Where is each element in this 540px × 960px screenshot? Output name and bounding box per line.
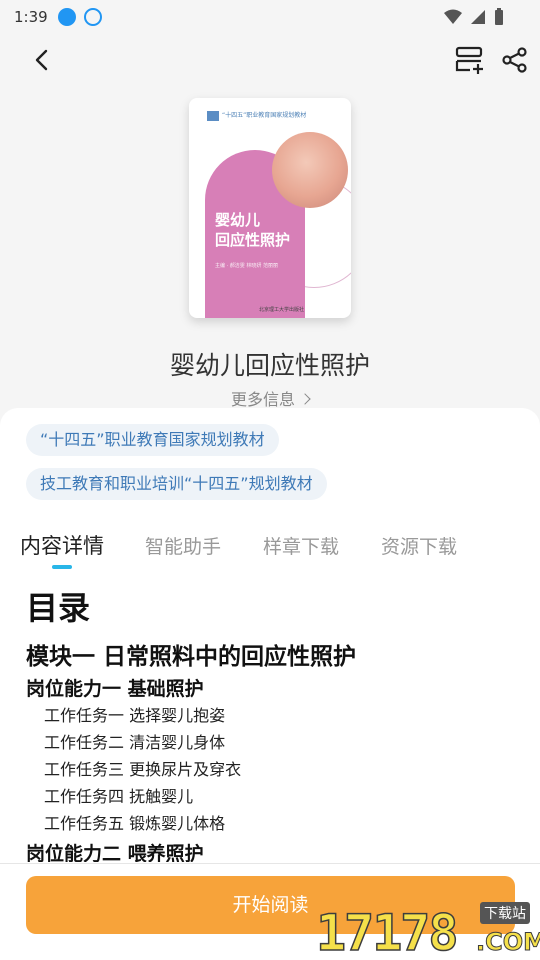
back-button[interactable] bbox=[26, 44, 58, 76]
wifi-icon bbox=[444, 9, 462, 24]
add-to-shelf-icon bbox=[455, 46, 483, 74]
share-icon bbox=[502, 47, 527, 73]
status-time: 1:39 bbox=[14, 8, 48, 26]
add-to-shelf-button[interactable] bbox=[452, 42, 488, 78]
cover-authors: 主编 · 郝洁雯 林晓妍 范丽丽 bbox=[215, 263, 278, 269]
content-card: “十四五”职业教育国家规划教材 技工教育和职业培训“十四五”规划教材 内容详情 … bbox=[0, 408, 540, 960]
signal-icon bbox=[471, 10, 485, 24]
chevron-right-icon bbox=[299, 393, 311, 405]
toc-ability: 岗位能力一 基础照护 bbox=[26, 678, 204, 700]
watermark-digits: 17178 bbox=[315, 903, 459, 960]
watermark-suffix: .COM bbox=[475, 928, 540, 957]
toc-task: 工作任务二 清洁婴儿身体 bbox=[44, 733, 226, 752]
cover-series-badge: “十四五”职业教育国家规划教材 bbox=[207, 110, 306, 121]
series-logo-icon bbox=[207, 110, 219, 121]
active-tab-indicator bbox=[52, 565, 72, 569]
tag-national-plan[interactable]: “十四五”职业教育国家规划教材 bbox=[26, 424, 279, 456]
tag-vocational-plan[interactable]: 技工教育和职业培训“十四五”规划教材 bbox=[26, 468, 327, 500]
cover-series-text: “十四五”职业教育国家规划教材 bbox=[222, 112, 307, 119]
cover-title-line1: 婴幼儿 bbox=[215, 211, 261, 229]
cover-baby-photo bbox=[272, 132, 348, 208]
share-button[interactable] bbox=[498, 42, 532, 78]
status-indicators bbox=[444, 8, 504, 26]
toc-task: 工作任务四 抚触婴儿 bbox=[44, 787, 194, 806]
download-notification-icon bbox=[57, 8, 76, 26]
book-cover[interactable]: “十四五”职业教育国家规划教材 婴幼儿 回应性照护 主编 · 郝洁雯 林晓妍 范… bbox=[189, 98, 351, 318]
cover-title: 婴幼儿 回应性照护 bbox=[215, 210, 290, 250]
site-watermark: 17178 下载站 .COM bbox=[315, 898, 540, 960]
browser-notification-icon bbox=[83, 8, 102, 26]
toc-task: 工作任务一 选择婴儿抱姿 bbox=[44, 706, 226, 725]
toc-module: 模块一 日常照料中的回应性照护 bbox=[26, 644, 357, 670]
battery-icon bbox=[495, 8, 503, 25]
tab-resource-download[interactable]: 资源下载 bbox=[381, 532, 457, 559]
table-of-contents[interactable]: 目录 模块一 日常照料中的回应性照护 岗位能力一 基础照护 工作任务一 选择婴儿… bbox=[26, 586, 516, 862]
bottom-divider bbox=[0, 863, 540, 864]
more-info-link[interactable]: 更多信息 bbox=[0, 386, 540, 410]
toc-heading: 目录 bbox=[26, 589, 91, 627]
toc-task: 工作任务三 更换尿片及穿衣 bbox=[44, 760, 242, 779]
watermark-label: 下载站 bbox=[480, 902, 530, 924]
cover-publisher: 北京理工大学出版社 bbox=[259, 307, 305, 313]
status-bar: 1:39 bbox=[0, 0, 540, 34]
back-arrow-icon bbox=[35, 49, 48, 71]
tab-sample-download[interactable]: 样章下载 bbox=[263, 532, 339, 559]
toc-ability: 岗位能力二 喂养照护 bbox=[26, 843, 204, 862]
more-info-label: 更多信息 bbox=[230, 390, 295, 409]
book-title: 婴幼儿回应性照护 bbox=[169, 351, 370, 380]
tab-smart-assistant[interactable]: 智能助手 bbox=[145, 532, 221, 559]
cover-title-line2: 回应性照护 bbox=[215, 231, 291, 249]
tab-content-details[interactable]: 内容详情 bbox=[20, 530, 104, 560]
tab-bar: 内容详情 智能助手 样章下载 资源下载 bbox=[0, 530, 540, 570]
toc-task: 工作任务五 锻炼婴儿体格 bbox=[44, 814, 226, 833]
